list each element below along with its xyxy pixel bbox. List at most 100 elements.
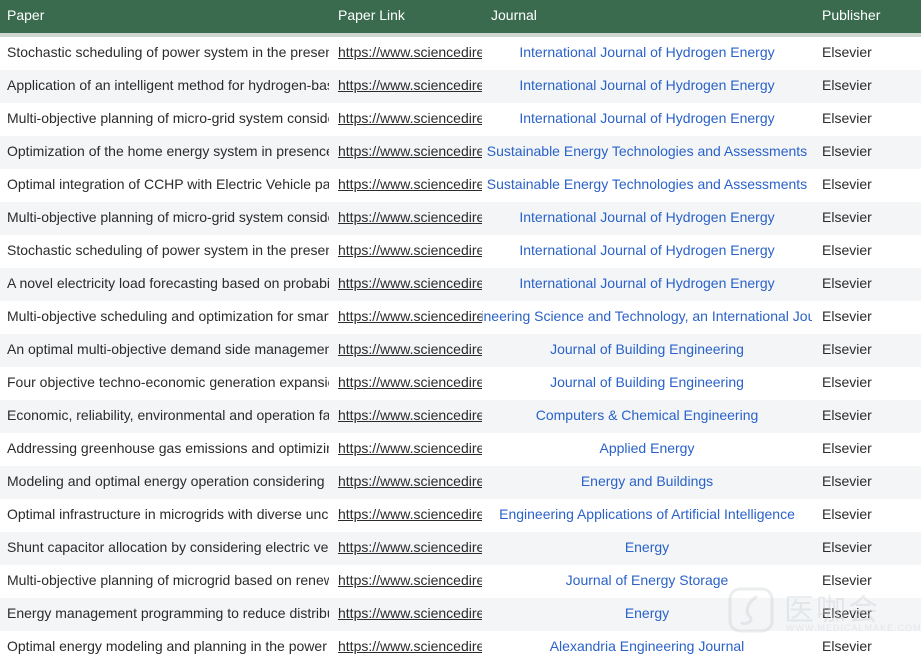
journal-link-cell: Energy xyxy=(482,598,812,631)
paper-link[interactable]: https://www.sciencedirec xyxy=(338,70,482,103)
journal-link[interactable]: Sustainable Energy Technologies and Asse… xyxy=(487,169,807,200)
journal-link-cell: International Journal of Hydrogen Energy xyxy=(482,268,812,301)
paper-title-cell: Multi-objective planning of micro-grid s… xyxy=(7,110,329,126)
paper-link[interactable]: https://www.sciencedirec xyxy=(338,367,482,400)
paper-link[interactable]: https://www.sciencedirec xyxy=(338,433,482,466)
paper-title-cell: A novel electricity load forecasting bas… xyxy=(7,275,329,291)
publisher-cell: Elsevier xyxy=(822,275,872,291)
journal-link-cell: Energy xyxy=(482,532,812,565)
journal-link[interactable]: International Journal of Hydrogen Energy xyxy=(519,235,774,266)
journal-link[interactable]: Journal of Building Engineering xyxy=(550,334,744,365)
paper-link[interactable]: https://www.sciencedirec xyxy=(338,499,482,532)
journal-link[interactable]: Energy xyxy=(625,532,669,563)
table-row: Four objective techno-economic generatio… xyxy=(0,367,921,400)
column-header-publisher[interactable]: Publisher xyxy=(822,0,880,33)
column-header-journal[interactable]: Journal xyxy=(491,0,537,33)
journal-link[interactable]: Energy and Buildings xyxy=(581,466,713,497)
paper-link[interactable]: https://www.sciencedirec xyxy=(338,169,482,202)
paper-link[interactable]: https://www.sciencedirec xyxy=(338,235,482,268)
journal-link-cell: Engineering Applications of Artificial I… xyxy=(482,499,812,532)
paper-title-cell: Stochastic scheduling of power system in… xyxy=(7,44,329,60)
publisher-cell: Elsevier xyxy=(822,440,872,456)
journal-link[interactable]: Applied Energy xyxy=(600,433,695,464)
paper-title-cell: Four objective techno-economic generatio… xyxy=(7,374,329,390)
journal-link-cell: Sustainable Energy Technologies and Asse… xyxy=(482,136,812,169)
table-header: Paper Paper Link Journal Publisher xyxy=(0,0,921,33)
paper-title-cell: Shunt capacitor allocation by considerin… xyxy=(7,539,329,555)
journal-link[interactable]: International Journal of Hydrogen Energy xyxy=(519,70,774,101)
paper-title-cell: An optimal multi-objective demand side m… xyxy=(7,341,329,357)
paper-title-cell: Stochastic scheduling of power system in… xyxy=(7,242,329,258)
journal-link[interactable]: International Journal of Hydrogen Energy xyxy=(519,37,774,68)
publisher-cell: Elsevier xyxy=(822,77,872,93)
paper-link[interactable]: https://www.sciencedirec xyxy=(338,268,482,301)
journal-link[interactable]: International Journal of Hydrogen Energy xyxy=(519,103,774,134)
table-row: An optimal multi-objective demand side m… xyxy=(0,334,921,367)
paper-link[interactable]: https://www.sciencedirec xyxy=(338,334,482,367)
paper-link[interactable]: https://www.sciencedirec xyxy=(338,37,482,70)
paper-title-cell: Addressing greenhouse gas emissions and … xyxy=(7,440,329,456)
table-row: Shunt capacitor allocation by considerin… xyxy=(0,532,921,565)
paper-link[interactable]: https://www.sciencedirec xyxy=(338,202,482,235)
table-row: Optimization of the home energy system i… xyxy=(0,136,921,169)
publisher-cell: Elsevier xyxy=(822,572,872,588)
table-row: Stochastic scheduling of power system in… xyxy=(0,37,921,70)
publisher-cell: Elsevier xyxy=(822,539,872,555)
table-row: Economic, reliability, environmental and… xyxy=(0,400,921,433)
table-body: Stochastic scheduling of power system in… xyxy=(0,37,921,664)
paper-link[interactable]: https://www.sciencedirec xyxy=(338,103,482,136)
paper-title-cell: Optimal infrastructure in microgrids wit… xyxy=(7,506,329,522)
table-row: A novel electricity load forecasting bas… xyxy=(0,268,921,301)
publisher-cell: Elsevier xyxy=(822,407,872,423)
journal-link[interactable]: Journal of Energy Storage xyxy=(566,565,729,596)
paper-link[interactable]: https://www.sciencedirec xyxy=(338,565,482,598)
table-row: Multi-objective planning of micro-grid s… xyxy=(0,103,921,136)
paper-link[interactable]: https://www.sciencedirec xyxy=(338,136,482,169)
publisher-cell: Elsevier xyxy=(822,44,872,60)
table-row: Stochastic scheduling of power system in… xyxy=(0,235,921,268)
journal-link[interactable]: Engineering Applications of Artificial I… xyxy=(499,499,795,530)
publisher-cell: Elsevier xyxy=(822,143,872,159)
journal-link[interactable]: Engineering Science and Technology, an I… xyxy=(482,301,812,332)
table-row: Multi-objective planning of microgrid ba… xyxy=(0,565,921,598)
paper-title-cell: Application of an intelligent method for… xyxy=(7,77,329,93)
table-row: Energy management programming to reduce … xyxy=(0,598,921,631)
publisher-cell: Elsevier xyxy=(822,308,872,324)
publisher-cell: Elsevier xyxy=(822,605,872,621)
journal-link-cell: Journal of Energy Storage xyxy=(482,565,812,598)
journal-link-cell: Sustainable Energy Technologies and Asse… xyxy=(482,169,812,202)
paper-title-cell: Optimal energy modeling and planning in … xyxy=(7,638,329,654)
journal-link-cell: Applied Energy xyxy=(482,433,812,466)
paper-title-cell: Multi-objective scheduling and optimizat… xyxy=(7,308,329,324)
paper-link[interactable]: https://www.sciencedirec xyxy=(338,400,482,433)
journal-link-cell: Alexandria Engineering Journal xyxy=(482,631,812,664)
column-header-paper[interactable]: Paper xyxy=(7,0,44,33)
paper-link[interactable]: https://www.sciencedirec xyxy=(338,631,482,664)
journal-link[interactable]: International Journal of Hydrogen Energy xyxy=(519,202,774,233)
paper-link[interactable]: https://www.sciencedirec xyxy=(338,598,482,631)
paper-link[interactable]: https://www.sciencedirec xyxy=(338,532,482,565)
journal-link[interactable]: Journal of Building Engineering xyxy=(550,367,744,398)
journal-link[interactable]: International Journal of Hydrogen Energy xyxy=(519,268,774,299)
journal-link-cell: International Journal of Hydrogen Energy xyxy=(482,103,812,136)
paper-title-cell: Economic, reliability, environmental and… xyxy=(7,407,329,423)
journal-link[interactable]: Alexandria Engineering Journal xyxy=(550,631,745,662)
table-row: Optimal energy modeling and planning in … xyxy=(0,631,921,664)
publisher-cell: Elsevier xyxy=(822,110,872,126)
journal-link[interactable]: Energy xyxy=(625,598,669,629)
publisher-cell: Elsevier xyxy=(822,176,872,192)
publisher-cell: Elsevier xyxy=(822,638,872,654)
paper-title-cell: Multi-objective planning of micro-grid s… xyxy=(7,209,329,225)
paper-title-cell: Energy management programming to reduce … xyxy=(7,605,329,621)
paper-link[interactable]: https://www.sciencedirec xyxy=(338,301,482,334)
table-row: Optimal infrastructure in microgrids wit… xyxy=(0,499,921,532)
paper-title-cell: Optimization of the home energy system i… xyxy=(7,143,329,159)
journal-link[interactable]: Computers & Chemical Engineering xyxy=(536,400,759,431)
column-header-paper-link[interactable]: Paper Link xyxy=(338,0,405,33)
journal-link-cell: Journal of Building Engineering xyxy=(482,367,812,400)
table-row: Multi-objective scheduling and optimizat… xyxy=(0,301,921,334)
journal-link[interactable]: Sustainable Energy Technologies and Asse… xyxy=(487,136,807,167)
table-row: Application of an intelligent method for… xyxy=(0,70,921,103)
publisher-cell: Elsevier xyxy=(822,341,872,357)
paper-link[interactable]: https://www.sciencedirec xyxy=(338,466,482,499)
